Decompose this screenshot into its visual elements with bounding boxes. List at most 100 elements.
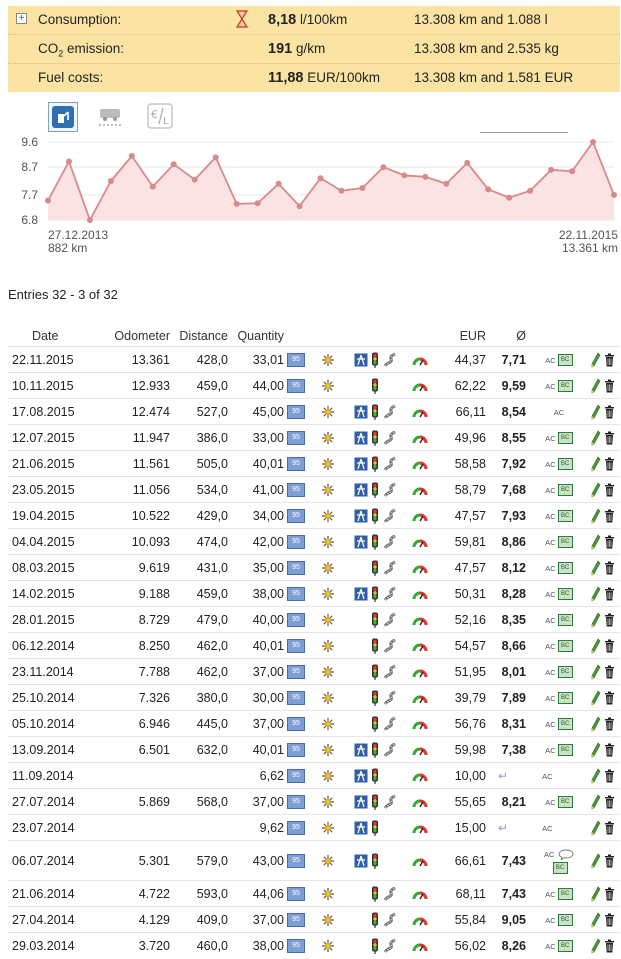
delete-button[interactable] (604, 638, 615, 652)
date-cell: 27.04.2014 (8, 906, 108, 933)
data-point[interactable] (296, 203, 303, 210)
ac-label: AC (545, 641, 556, 651)
edit-button[interactable] (591, 482, 601, 497)
edit-button[interactable] (591, 638, 601, 653)
data-point[interactable] (611, 191, 617, 198)
delete-button[interactable] (604, 886, 615, 900)
data-point[interactable] (380, 164, 387, 171)
cost-chart-button[interactable]: € L (146, 102, 176, 132)
country-road-icon (383, 794, 396, 809)
distance-header[interactable]: Distance (170, 326, 228, 347)
data-point[interactable] (86, 217, 93, 223)
edit-button[interactable] (591, 716, 601, 731)
delete-button[interactable] (604, 352, 615, 366)
quantity-header[interactable]: Quantity (228, 326, 284, 347)
edit-button[interactable] (591, 794, 601, 809)
edit-button[interactable] (591, 404, 601, 419)
edit-button[interactable] (591, 612, 601, 627)
data-point[interactable] (422, 173, 429, 180)
delete-button[interactable] (604, 508, 615, 522)
data-point[interactable] (45, 197, 51, 204)
quantity-cell: 38,00 (228, 580, 284, 607)
edit-pencil-icon (591, 716, 601, 731)
data-point[interactable] (317, 175, 324, 182)
edit-button[interactable] (591, 586, 601, 601)
data-point[interactable] (569, 168, 576, 175)
delete-button[interactable] (604, 742, 615, 756)
data-point[interactable] (107, 178, 114, 184)
delete-button[interactable] (604, 612, 615, 626)
edit-button[interactable] (591, 820, 601, 835)
delete-button[interactable] (604, 768, 615, 782)
delete-button[interactable] (604, 938, 615, 952)
data-point[interactable] (359, 184, 366, 191)
data-point[interactable] (485, 186, 492, 193)
data-point[interactable] (128, 152, 135, 159)
delete-button[interactable] (604, 430, 615, 444)
bc-badge: BC (557, 718, 573, 731)
edit-button[interactable] (591, 938, 601, 953)
avg-header[interactable]: Ø (486, 326, 532, 347)
delete-button[interactable] (604, 404, 615, 418)
data-point[interactable] (149, 183, 156, 190)
data-point[interactable] (443, 180, 450, 187)
delete-button[interactable] (604, 794, 615, 808)
edit-button[interactable] (591, 690, 601, 705)
date-cell: 21.06.2015 (8, 450, 108, 477)
delete-button[interactable] (604, 690, 615, 704)
distance-chart-button[interactable] (96, 102, 126, 132)
traffic-light-icon (372, 742, 379, 758)
edit-button[interactable] (591, 853, 601, 868)
speedometer-icon (412, 435, 428, 444)
delete-button[interactable] (604, 378, 615, 392)
date-header[interactable]: Date (8, 326, 108, 347)
edit-button[interactable] (591, 912, 601, 927)
expand-icon[interactable]: + (16, 13, 27, 24)
delete-button[interactable] (604, 912, 615, 926)
eur-header[interactable]: EUR (434, 326, 486, 347)
data-point[interactable] (527, 187, 534, 194)
highway-icon (354, 483, 368, 496)
data-point[interactable] (338, 187, 345, 194)
data-point[interactable] (65, 158, 72, 165)
data-point[interactable] (275, 180, 282, 187)
data-point[interactable] (401, 172, 408, 179)
data-point[interactable] (254, 200, 261, 207)
delete-button[interactable] (604, 482, 615, 496)
data-point[interactable] (191, 176, 198, 183)
edit-button[interactable] (591, 508, 601, 523)
delete-button[interactable] (604, 664, 615, 678)
edit-button[interactable] (591, 430, 601, 445)
consumption-chart-button[interactable] (48, 102, 78, 132)
delete-button[interactable] (604, 716, 615, 730)
data-point[interactable] (233, 200, 240, 207)
delete-button[interactable] (604, 534, 615, 548)
traffic-light-icon (372, 482, 379, 498)
edit-button[interactable] (591, 456, 601, 471)
odometer-cell: 9.619 (108, 554, 170, 581)
odometer-header[interactable]: Odometer (108, 326, 170, 347)
edit-button[interactable] (591, 664, 601, 679)
delete-button[interactable] (604, 560, 615, 574)
data-point[interactable] (212, 154, 219, 161)
delete-button[interactable] (604, 820, 615, 834)
edit-button[interactable] (591, 768, 601, 783)
actions-cell (586, 554, 620, 581)
data-point[interactable] (464, 159, 471, 166)
data-point[interactable] (506, 194, 513, 201)
edit-button[interactable] (591, 378, 601, 393)
ac-label: AC (545, 511, 556, 521)
country-road-icon (383, 482, 396, 497)
data-point[interactable] (170, 161, 177, 168)
edit-button[interactable] (591, 352, 601, 367)
edit-button[interactable] (591, 534, 601, 549)
edit-button[interactable] (591, 742, 601, 757)
delete-button[interactable] (604, 853, 615, 867)
delete-button[interactable] (604, 456, 615, 470)
data-point[interactable] (590, 139, 597, 145)
tires-cell (308, 906, 348, 933)
edit-button[interactable] (591, 886, 601, 901)
edit-button[interactable] (591, 560, 601, 575)
data-point[interactable] (548, 166, 555, 173)
delete-button[interactable] (604, 586, 615, 600)
